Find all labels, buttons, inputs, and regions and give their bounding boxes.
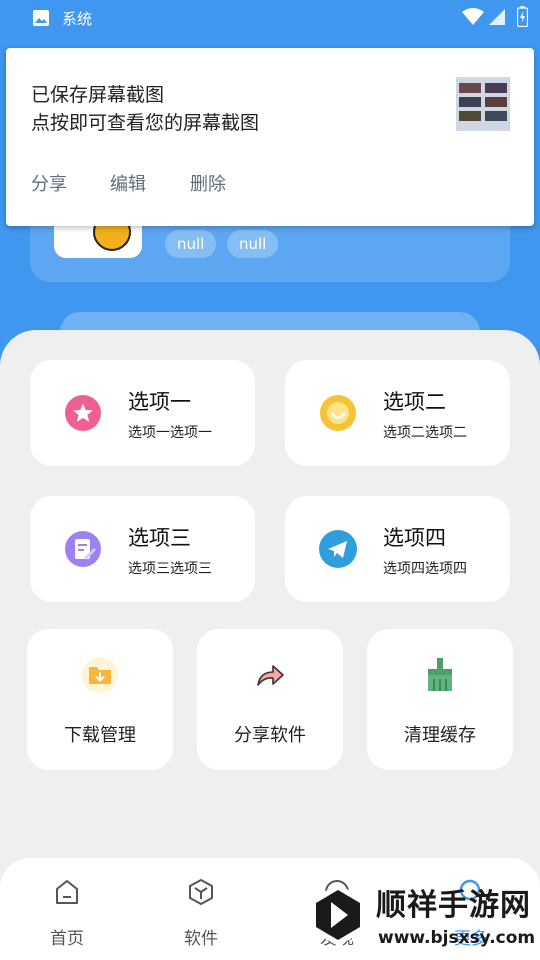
option-title: 选项四: [383, 526, 446, 550]
nav-label: 软件: [184, 929, 218, 949]
watermark: 顺祥手游网 www.bjsxsy.com: [304, 878, 540, 960]
notification-share-button[interactable]: 分享: [31, 170, 67, 196]
option-title: 选项一: [128, 390, 191, 414]
clear-cache-button[interactable]: 清理缓存: [367, 629, 513, 770]
cube-icon: [189, 879, 213, 905]
telegram-send-icon: [319, 530, 357, 568]
option-title: 选项三: [128, 526, 191, 550]
option-card-2[interactable]: 选项二 选项二选项二: [285, 360, 510, 466]
download-manager-button[interactable]: 下载管理: [27, 629, 173, 770]
purple-note-icon: [65, 531, 101, 567]
home-icon: [56, 880, 78, 904]
image-notification-icon: [33, 10, 49, 26]
broom-icon: [428, 658, 452, 691]
watermark-title: 顺祥手游网: [376, 888, 531, 923]
option-subtitle: 选项二选项二: [383, 425, 467, 441]
option-subtitle: 选项一选项一: [128, 425, 212, 441]
tool-label: 分享软件: [234, 725, 306, 746]
nav-home[interactable]: 首页: [17, 858, 117, 960]
download-folder-icon: [82, 657, 118, 693]
status-system-label: 系统: [62, 10, 93, 28]
signal-icon: [489, 9, 505, 25]
wifi-icon: [462, 8, 484, 25]
screenshot-notification[interactable]: 已保存屏幕截图 点按即可查看您的屏幕截图 分享 编辑 删除: [6, 48, 534, 226]
notification-text: 点按即可查看您的屏幕截图: [31, 112, 260, 134]
share-arrow-icon: [257, 665, 284, 686]
watermark-logo-icon: [310, 884, 366, 946]
option-title: 选项二: [383, 390, 446, 414]
nav-label: 首页: [50, 929, 84, 949]
share-app-button[interactable]: 分享软件: [197, 629, 343, 770]
status-bar: 系统: [0, 0, 540, 36]
option-card-4[interactable]: 选项四 选项四选项四: [285, 496, 510, 602]
pink-star-icon: [65, 395, 101, 431]
nav-software[interactable]: 软件: [151, 858, 251, 960]
yellow-smile-icon: [320, 395, 356, 431]
notification-edit-button[interactable]: 编辑: [110, 170, 146, 196]
profile-tag: null: [227, 230, 279, 258]
watermark-url: www.bjsxsy.com: [378, 928, 536, 948]
notification-title: 已保存屏幕截图: [31, 84, 165, 106]
thumbnail-image: [456, 77, 510, 131]
profile-tag: null: [165, 230, 217, 258]
battery-charging-icon: [517, 6, 528, 27]
notification-delete-button[interactable]: 删除: [190, 170, 226, 196]
tool-label: 下载管理: [64, 725, 136, 746]
option-card-1[interactable]: 选项一 选项一选项一: [30, 360, 255, 466]
tool-label: 清理缓存: [404, 725, 476, 746]
option-subtitle: 选项四选项四: [383, 561, 467, 577]
screenshot-thumbnail[interactable]: [456, 77, 510, 131]
option-subtitle: 选项三选项三: [128, 561, 212, 577]
option-card-3[interactable]: 选项三 选项三选项三: [30, 496, 255, 602]
